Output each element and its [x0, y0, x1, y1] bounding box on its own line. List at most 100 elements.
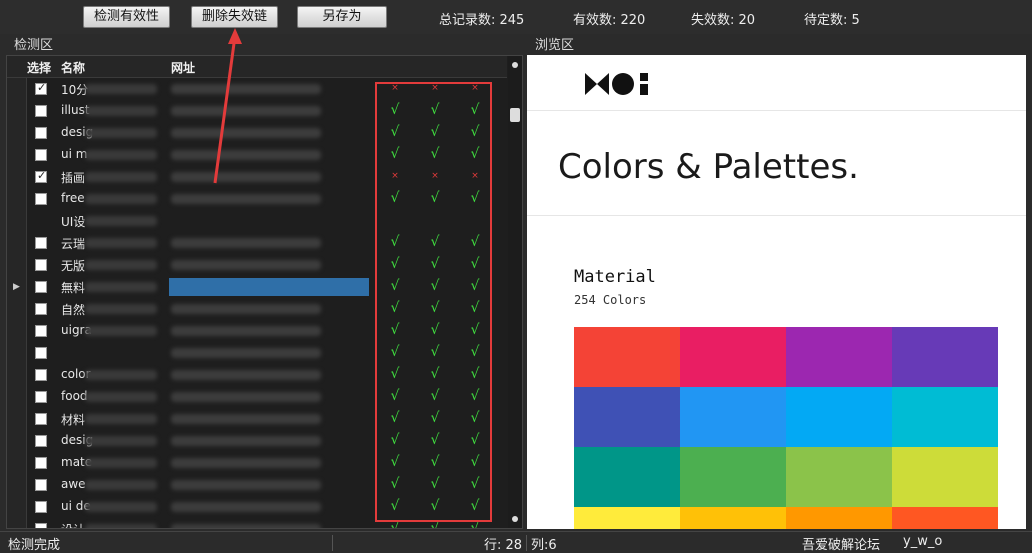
red-arrow-icon — [213, 28, 242, 184]
redacted-name — [85, 128, 157, 138]
row-header[interactable] — [7, 496, 27, 518]
redacted-url[interactable] — [171, 502, 321, 512]
browse-pane[interactable]: Colors & Palettes. Material 254 Colors — [527, 55, 1026, 529]
row-select-checkbox[interactable] — [35, 369, 47, 381]
redacted-url[interactable] — [171, 370, 321, 380]
redacted-url[interactable] — [171, 392, 321, 402]
color-swatch[interactable] — [680, 327, 786, 387]
row-select-checkbox[interactable] — [35, 457, 47, 469]
color-swatch[interactable] — [892, 507, 998, 529]
redacted-url[interactable] — [171, 524, 321, 528]
color-swatch[interactable] — [786, 507, 892, 529]
row-header[interactable] — [7, 342, 27, 364]
row-header[interactable] — [7, 298, 27, 320]
row-select-checkbox[interactable] — [35, 347, 47, 359]
color-swatch[interactable] — [786, 387, 892, 447]
redacted-url[interactable] — [171, 348, 321, 358]
valid-count: 有效数: 220 — [573, 13, 646, 28]
row-select-checkbox[interactable] — [35, 479, 47, 491]
color-swatch[interactable] — [574, 447, 680, 507]
row-select-checkbox[interactable] — [35, 303, 47, 315]
redacted-url[interactable] — [171, 414, 321, 424]
pending-count: 待定数: 5 — [804, 13, 860, 28]
row-select-checkbox[interactable] — [35, 149, 47, 161]
row-header[interactable] — [7, 474, 27, 496]
redacted-name — [85, 414, 157, 424]
row-select-checkbox[interactable] — [35, 237, 47, 249]
redacted-name — [85, 502, 157, 512]
current-row-indicator-icon[interactable]: ▶ — [7, 276, 27, 298]
row-header[interactable] — [7, 254, 27, 276]
redacted-url[interactable] — [171, 458, 321, 468]
color-swatch[interactable] — [680, 507, 786, 529]
redacted-url[interactable] — [169, 278, 369, 296]
redacted-url[interactable] — [171, 436, 321, 446]
palette-name[interactable]: Material — [574, 267, 656, 287]
color-swatch[interactable] — [574, 387, 680, 447]
redacted-url[interactable] — [171, 304, 321, 314]
toolbar: 检测有效性 删除失效链 另存为 总记录数: 245 有效数: 220 失效数: … — [0, 0, 1032, 34]
redacted-name — [85, 326, 157, 336]
row-select-checkbox[interactable] — [35, 435, 47, 447]
divider — [526, 535, 527, 551]
color-swatch[interactable] — [892, 387, 998, 447]
scroll-thumb[interactable] — [510, 108, 520, 122]
redacted-url[interactable] — [171, 194, 321, 204]
row-select-checkbox[interactable] — [35, 523, 47, 528]
save-as-button[interactable]: 另存为 — [297, 6, 387, 28]
row-select-checkbox[interactable] — [35, 325, 47, 337]
row-header[interactable] — [7, 122, 27, 144]
invalid-count: 失效数: 20 — [691, 13, 756, 28]
color-swatch[interactable] — [786, 447, 892, 507]
row-header[interactable] — [7, 232, 27, 254]
color-swatch[interactable] — [892, 447, 998, 507]
row-select-checkbox[interactable] — [35, 169, 47, 183]
redacted-url[interactable] — [171, 480, 321, 490]
row-select-checkbox[interactable] — [35, 105, 47, 117]
row-select-checkbox[interactable] — [35, 127, 47, 139]
color-swatch[interactable] — [786, 327, 892, 387]
redacted-name — [85, 480, 157, 490]
redacted-url[interactable] — [171, 326, 321, 336]
row-select-checkbox[interactable] — [35, 281, 47, 293]
row-header[interactable] — [7, 364, 27, 386]
color-swatch[interactable] — [574, 327, 680, 387]
color-swatch[interactable] — [892, 327, 998, 387]
row-header[interactable] — [7, 166, 27, 188]
row-header[interactable] — [7, 518, 27, 528]
divider — [527, 110, 1026, 111]
redacted-url[interactable] — [171, 238, 321, 248]
delete-invalid-links-button[interactable]: 删除失效链 — [191, 6, 278, 28]
row-header[interactable] — [7, 78, 27, 100]
row-header[interactable] — [7, 430, 27, 452]
scroll-up-icon[interactable] — [512, 62, 518, 68]
check-validity-button[interactable]: 检测有效性 — [83, 6, 170, 28]
row-header[interactable] — [7, 144, 27, 166]
row-indicator: 行: 28 — [484, 538, 523, 553]
row-header[interactable] — [7, 320, 27, 342]
col-header-url[interactable]: 网址 — [171, 59, 195, 76]
redacted-url[interactable] — [171, 260, 321, 270]
row-header[interactable] — [7, 452, 27, 474]
color-swatch[interactable] — [680, 447, 786, 507]
row-header[interactable] — [7, 210, 27, 232]
row-select-checkbox[interactable] — [35, 501, 47, 513]
color-swatch[interactable] — [574, 507, 680, 529]
vertical-scrollbar[interactable] — [508, 56, 522, 528]
color-swatch[interactable] — [680, 387, 786, 447]
col-header-select[interactable]: 选择 — [27, 59, 51, 76]
row-select-checkbox[interactable] — [35, 259, 47, 271]
row-header[interactable] — [7, 386, 27, 408]
scroll-down-icon[interactable] — [512, 516, 518, 522]
row-select-checkbox[interactable] — [35, 193, 47, 205]
row-header[interactable] — [7, 408, 27, 430]
detect-grid[interactable]: 选择 名称 网址 10分×××illust√√√desig√√√ui m√√√插… — [6, 55, 523, 529]
col-header-name[interactable]: 名称 — [61, 59, 85, 76]
browse-section-label: 浏览区 — [535, 38, 575, 53]
row-select-checkbox[interactable] — [35, 413, 47, 425]
row-select-checkbox[interactable] — [35, 391, 47, 403]
redacted-name — [85, 172, 157, 182]
row-header[interactable] — [7, 100, 27, 122]
row-header[interactable] — [7, 188, 27, 210]
row-select-checkbox[interactable] — [35, 81, 47, 95]
